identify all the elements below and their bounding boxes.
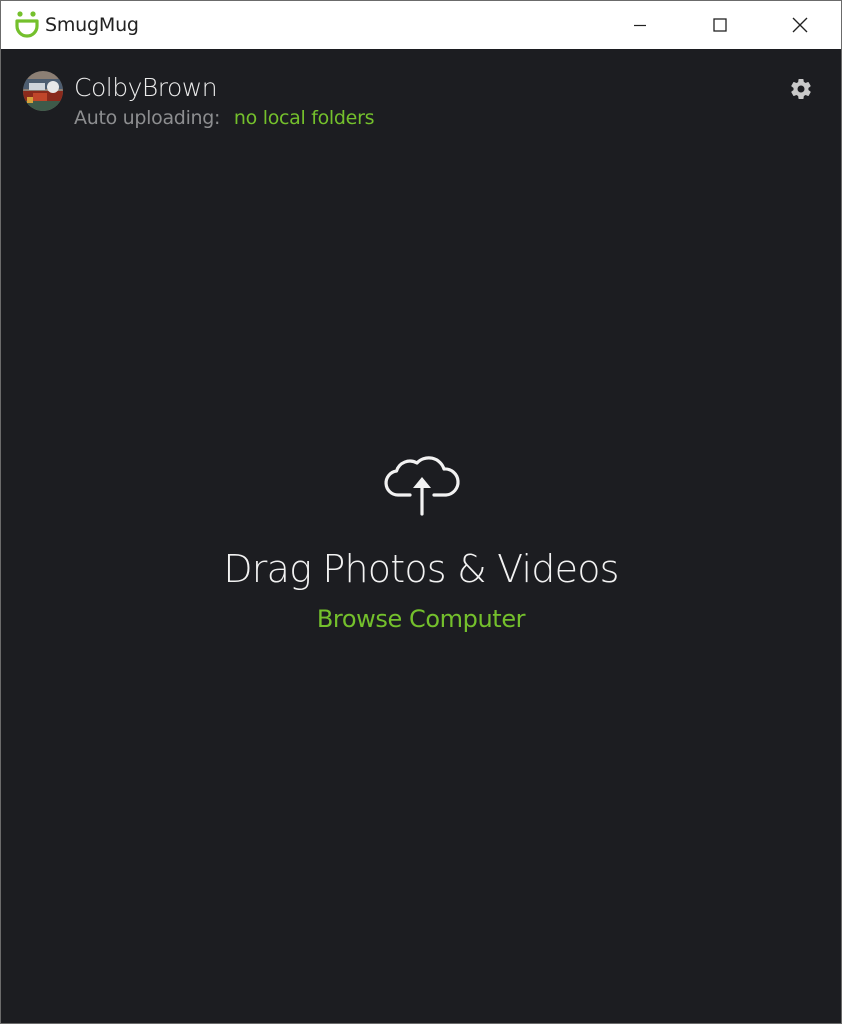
minimize-button[interactable] [611,1,669,49]
username: ColbyBrown [74,73,218,102]
gear-icon [791,79,811,100]
close-icon [792,17,808,33]
close-button[interactable] [771,1,829,49]
avatar-photo-icon [23,71,63,111]
title-bar[interactable]: SmugMug [1,1,841,49]
app-window: SmugMug ColbyBrown Auto uploading: no lo… [0,0,842,1024]
maximize-icon [713,18,727,32]
drop-zone[interactable]: Drag Photos & Videos Browse Computer [1,139,841,1023]
auto-upload-label: Auto uploading: [74,107,221,129]
smugmug-logo-icon [15,11,39,38]
cloud-upload-icon [384,456,460,516]
app-title: SmugMug [45,14,139,36]
settings-button[interactable] [789,77,813,101]
minimize-icon [634,24,646,27]
avatar[interactable] [23,71,63,111]
auto-upload-status: Auto uploading: no local folders [74,107,374,129]
maximize-button[interactable] [691,1,749,49]
drag-instructions: Drag Photos & Videos [223,547,619,591]
auto-upload-folders-link[interactable]: no local folders [234,107,375,129]
account-header: ColbyBrown Auto uploading: no local fold… [1,49,841,139]
browse-computer-link[interactable]: Browse Computer [317,605,526,633]
